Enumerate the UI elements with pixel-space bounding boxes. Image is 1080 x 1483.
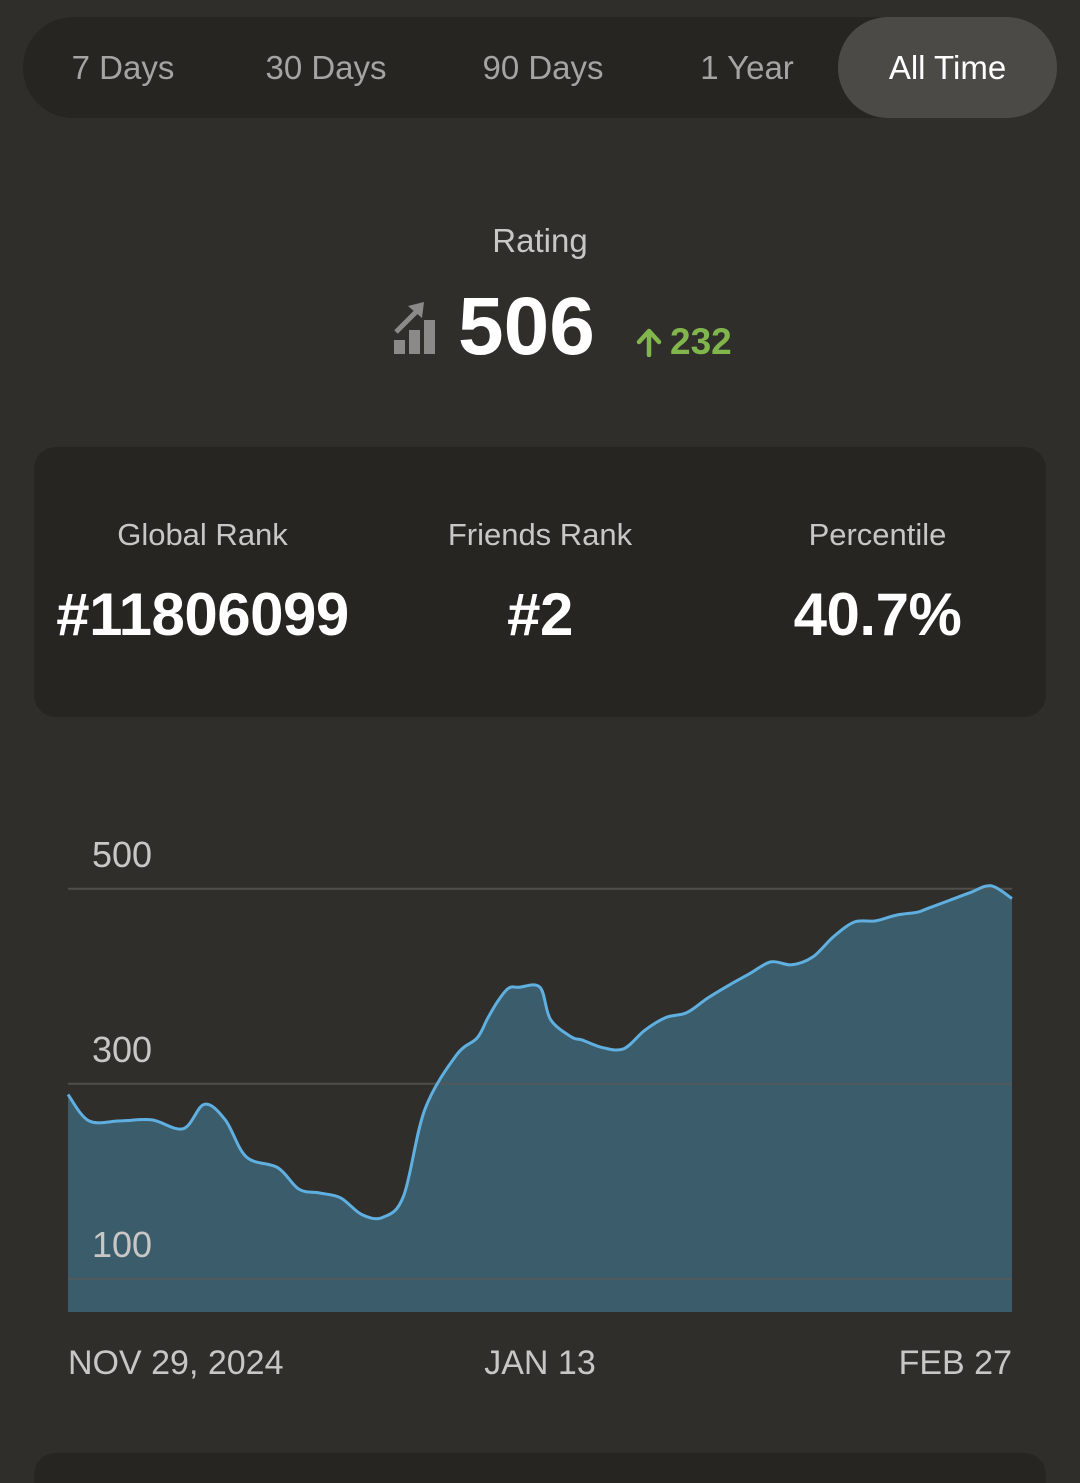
x-tick-label: JAN 13 (484, 1344, 596, 1382)
data-point (402, 1194, 405, 1197)
friends-rank-label: Friends Rank (447, 517, 633, 552)
data-point (1011, 897, 1014, 900)
data-point (969, 891, 972, 894)
data-point (664, 1016, 667, 1019)
period-selector: 7 Days 30 Days 90 Days 1 Year All Time (23, 17, 1057, 118)
percentile-stat: Percentile 40.7% (709, 447, 1046, 717)
data-point (601, 1046, 604, 1049)
next-card (34, 1453, 1046, 1483)
data-point (381, 1216, 384, 1219)
data-point (769, 960, 772, 963)
rating-chart-up-icon (394, 302, 435, 354)
rating-chart-svg: 100 300 500 NOV 29, 2024 JAN 13 FEB 27 (66, 834, 1014, 1382)
data-point (67, 1093, 70, 1096)
tab-7-days[interactable]: 7 Days (23, 17, 223, 118)
tab-90-days[interactable]: 90 Days (429, 17, 657, 118)
data-point (518, 986, 521, 989)
y-tick-label-500: 500 (92, 834, 152, 875)
data-point (790, 963, 793, 966)
data-point (706, 996, 709, 999)
global-rank-stat: Global Rank #11806099 (34, 447, 371, 717)
data-point (245, 1155, 248, 1158)
data-point (580, 1038, 583, 1041)
data-point (727, 984, 730, 987)
rating-label: Rating (492, 222, 588, 259)
rating-change: 232 (634, 320, 732, 364)
data-point (622, 1047, 625, 1050)
percentile-label: Percentile (808, 517, 947, 552)
x-tick-label: NOV 29, 2024 (68, 1344, 283, 1382)
rating-value: 506 (458, 281, 595, 372)
data-point (224, 1118, 227, 1121)
data-point (948, 899, 951, 902)
tab-all-time[interactable]: All Time (838, 17, 1057, 118)
percentile-value: 40.7% (793, 581, 962, 648)
tab-1-year[interactable]: 1 Year (657, 17, 837, 118)
data-point (507, 987, 510, 990)
data-point (874, 919, 877, 922)
data-point (539, 986, 542, 989)
data-point (276, 1166, 279, 1169)
data-point (549, 1018, 552, 1021)
friends-rank-value: #2 (507, 581, 573, 648)
y-tick-label-100: 100 (92, 1224, 152, 1265)
data-point (748, 972, 751, 975)
data-point (119, 1119, 122, 1122)
data-point (990, 884, 993, 887)
rating-summary: 506 232 (0, 282, 1080, 372)
data-point (497, 999, 500, 1002)
data-point (570, 1035, 573, 1038)
data-point (339, 1196, 342, 1199)
data-point (297, 1188, 300, 1191)
data-point (476, 1036, 479, 1039)
rating-area (68, 885, 1012, 1312)
arrow-up-icon (636, 328, 662, 357)
data-point (203, 1103, 206, 1106)
data-point (853, 920, 856, 923)
data-point (685, 1011, 688, 1014)
data-point (150, 1118, 153, 1121)
rating-history-chart[interactable]: 100 300 500 NOV 29, 2024 JAN 13 FEB 27 (0, 800, 1080, 1410)
y-tick-label-300: 300 (92, 1029, 152, 1070)
rating-stats-page: 7 Days 30 Days 90 Days 1 Year All Time R… (0, 0, 1080, 1483)
rating-change-value: 232 (670, 321, 732, 362)
global-rank-label: Global Rank (117, 517, 288, 552)
rank-stats-card: Global Rank #11806099 Friends Rank #2 Pe… (34, 447, 1046, 717)
data-point (360, 1213, 363, 1216)
data-point (318, 1192, 321, 1195)
data-point (916, 911, 919, 914)
x-tick-label: FEB 27 (899, 1344, 1012, 1382)
data-point (643, 1029, 646, 1032)
data-point (832, 935, 835, 938)
data-point (486, 1017, 489, 1020)
data-point (87, 1119, 90, 1122)
data-point (811, 956, 814, 959)
global-rank-value: #11806099 (56, 581, 349, 648)
friends-rank-stat: Friends Rank #2 (371, 447, 709, 717)
data-point (455, 1054, 458, 1057)
data-point (895, 914, 898, 917)
data-point (423, 1109, 426, 1112)
data-point (927, 907, 930, 910)
tab-30-days[interactable]: 30 Days (223, 17, 429, 118)
data-point (182, 1127, 185, 1130)
